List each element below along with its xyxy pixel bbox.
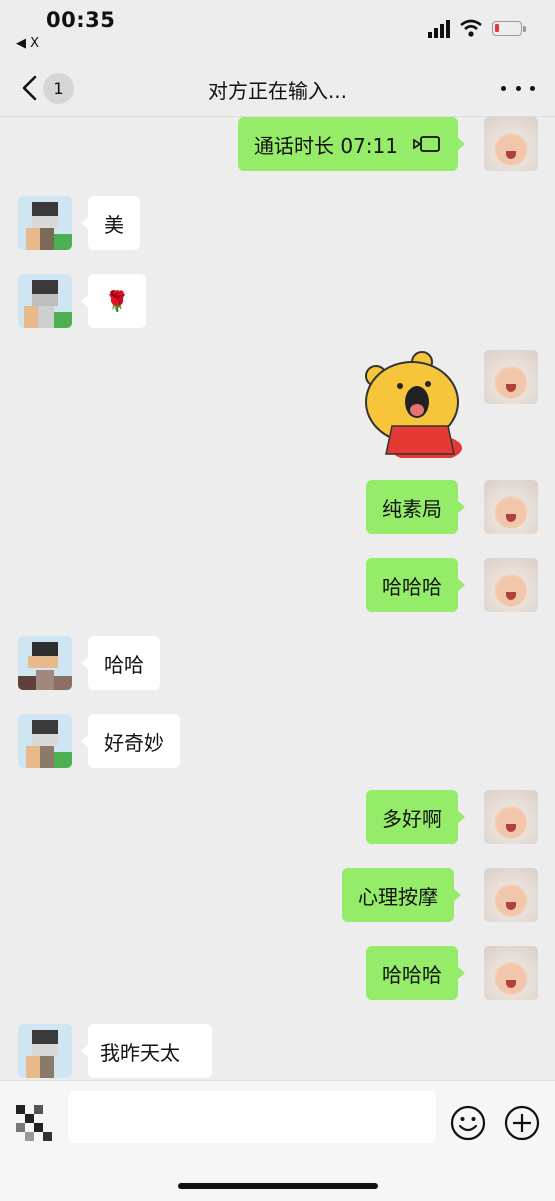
emoji-icon[interactable] bbox=[450, 1105, 486, 1141]
input-bar bbox=[0, 1080, 555, 1201]
chat-title: 对方正在输入... bbox=[207, 79, 348, 103]
message-bubble[interactable]: 纯素局 bbox=[366, 480, 465, 534]
yellow-bear-sticker[interactable] bbox=[362, 350, 466, 458]
my-avatar[interactable] bbox=[484, 117, 538, 171]
my-avatar[interactable] bbox=[484, 480, 538, 534]
message-bubble[interactable]: 心理按摩 bbox=[342, 868, 461, 922]
video-call-icon bbox=[413, 136, 440, 152]
message-bubble[interactable]: 哈哈哈 bbox=[366, 946, 465, 1000]
my-avatar[interactable] bbox=[484, 350, 538, 404]
voice-input-icon[interactable] bbox=[16, 1105, 54, 1143]
plus-icon[interactable] bbox=[504, 1105, 540, 1141]
message-bubble[interactable]: 我昨天太 bbox=[81, 1024, 212, 1078]
message-text: 通话时长 07:11 bbox=[254, 133, 398, 158]
message-bubble[interactable]: 哈哈哈 bbox=[366, 558, 465, 612]
my-avatar[interactable] bbox=[484, 558, 538, 612]
rose-emoji: 🌹 bbox=[104, 289, 130, 313]
message-bubble[interactable]: 好奇妙 bbox=[81, 714, 180, 768]
contact-avatar[interactable] bbox=[18, 1024, 72, 1078]
cellular-signal-icon bbox=[428, 20, 450, 38]
message-bubble[interactable]: 多好啊 bbox=[366, 790, 465, 844]
message-bubble[interactable]: 哈哈 bbox=[81, 636, 160, 690]
call-record-bubble[interactable]: 通话时长 07:11 bbox=[238, 117, 465, 171]
contact-avatar[interactable] bbox=[18, 274, 72, 328]
status-time: 00:35 bbox=[46, 8, 116, 32]
message-bubble[interactable]: 美 bbox=[81, 196, 140, 250]
wifi-icon bbox=[460, 19, 482, 37]
contact-avatar[interactable] bbox=[18, 196, 72, 250]
emoji-bubble[interactable]: 🌹 bbox=[81, 274, 146, 328]
status-bar: 00:35 ◀ X bbox=[0, 0, 555, 60]
home-indicator[interactable] bbox=[178, 1183, 378, 1189]
my-avatar[interactable] bbox=[484, 946, 538, 1000]
chat-header: 1 对方正在输入... bbox=[0, 60, 555, 117]
contact-avatar[interactable] bbox=[18, 714, 72, 768]
back-to-app-link[interactable]: ◀ X bbox=[16, 36, 39, 51]
message-input[interactable] bbox=[68, 1091, 436, 1143]
more-options-icon[interactable] bbox=[501, 76, 535, 100]
contact-avatar[interactable] bbox=[18, 636, 72, 690]
my-avatar[interactable] bbox=[484, 790, 538, 844]
battery-icon bbox=[492, 21, 526, 36]
my-avatar[interactable] bbox=[484, 868, 538, 922]
